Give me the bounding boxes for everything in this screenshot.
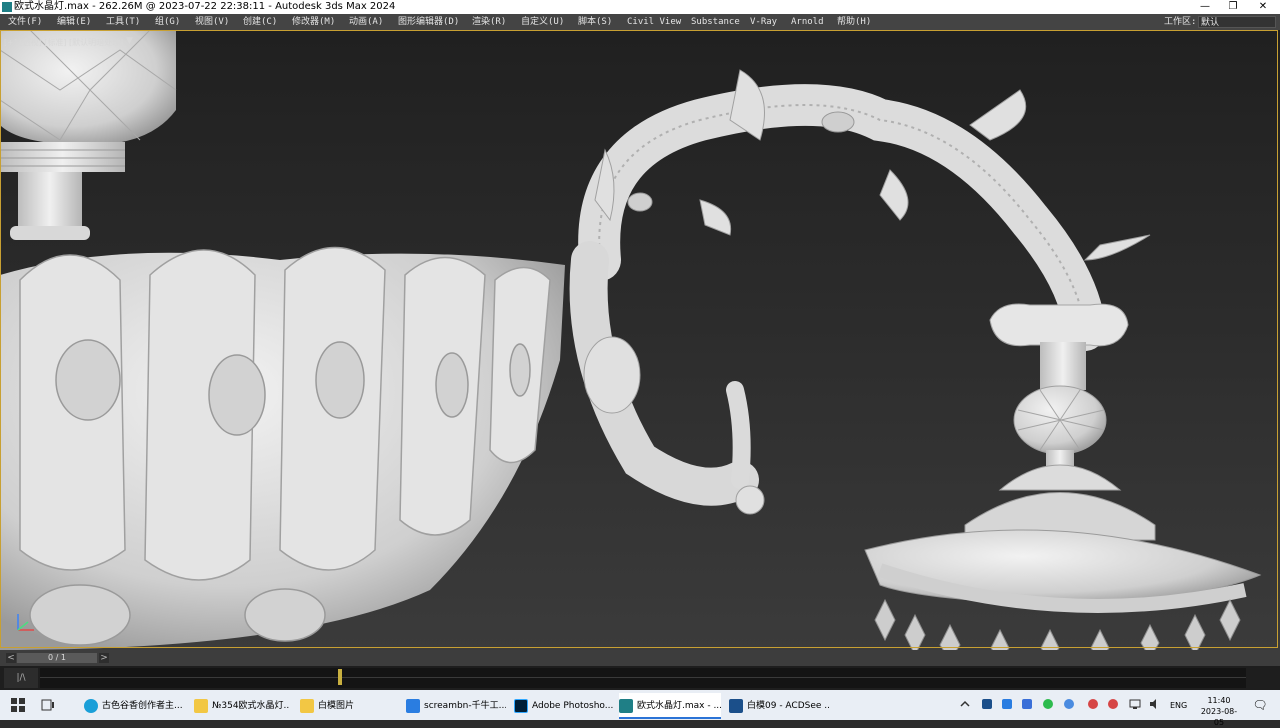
time-slider-thumb[interactable]: 0 / 1 <box>17 653 97 663</box>
taskbar-app-edge[interactable]: 古色谷香创作者主... <box>84 693 184 719</box>
menu-tools[interactable]: 工具(T) <box>106 14 140 30</box>
minimize-button[interactable]: — <box>1190 0 1220 14</box>
taskbar-app-label: 欧式水晶灯.max - ... <box>637 701 721 711</box>
menu-group[interactable]: 组(G) <box>155 14 180 30</box>
chandelier-model-render <box>0 30 1262 650</box>
time-slider-next-button[interactable]: > <box>99 653 109 663</box>
photoshop-icon <box>514 698 528 713</box>
taskbar-app-label: 古色谷香创作者主... <box>102 701 183 711</box>
clock[interactable]: 11:40 2023-08-05 <box>1196 693 1242 727</box>
taskbar-app-label: №354欧式水晶灯... <box>212 701 290 711</box>
folder-icon <box>300 698 314 713</box>
input-language-indicator[interactable]: ENG <box>1170 693 1187 719</box>
menu-customize[interactable]: 自定义(U) <box>521 14 564 30</box>
taskbar-app-label: Adobe Photosho... <box>532 701 614 711</box>
menu-edit[interactable]: 编辑(E) <box>57 14 91 30</box>
axis-tripod-icon <box>17 614 34 631</box>
clock-time: 11:40 <box>1207 696 1231 705</box>
taskbar-app-label: 白模图片 <box>318 701 355 711</box>
viewport-label-menu[interactable]: [+] [透视] [标准] [默认明暗处理] <box>4 37 123 48</box>
taskbar-app-qianniu[interactable]: screambn-千牛工... <box>406 693 506 719</box>
menu-animation[interactable]: 动画(A) <box>349 14 383 30</box>
task-view-icon[interactable] <box>40 697 56 713</box>
keyframe-marker[interactable] <box>338 669 342 685</box>
clock-date: 2023-08-05 <box>1200 707 1238 727</box>
tray-app-icon[interactable] <box>1020 697 1034 711</box>
taskbar-app-folder-2[interactable]: 白模图片 <box>300 693 396 719</box>
menu-civil-view[interactable]: Civil View <box>627 14 681 30</box>
menu-substance[interactable]: Substance <box>691 14 740 30</box>
curve-editor-icon[interactable]: |/\ <box>4 668 38 688</box>
menu-vray[interactable]: V-Ray <box>750 14 777 30</box>
tray-overflow-chevron-icon[interactable] <box>958 697 972 711</box>
folder-icon <box>194 698 208 713</box>
time-slider[interactable] <box>0 650 1280 666</box>
taskbar-app-photoshop[interactable]: Adobe Photosho... <box>514 693 614 719</box>
3dsmax-icon <box>619 698 633 713</box>
title-bar: 欧式水晶灯.max - 262.26M @ 2023-07-22 22:38:1… <box>0 0 1280 14</box>
taskbar-app-acdsee[interactable]: 白模09 - ACDSee ... <box>729 693 829 719</box>
track-bar-area[interactable] <box>40 668 1246 688</box>
wechat-icon[interactable] <box>1042 697 1056 711</box>
taskbar-app-3dsmax[interactable]: 欧式水晶灯.max - ... <box>619 693 721 719</box>
track-bar-line <box>40 677 1246 678</box>
menu-view[interactable]: 视图(V) <box>195 14 229 30</box>
menu-scripting[interactable]: 脚本(S) <box>578 14 612 30</box>
volume-icon[interactable] <box>1148 697 1162 711</box>
notification-icon[interactable]: 🗨 <box>1252 697 1268 713</box>
perspective-viewport[interactable] <box>0 30 1280 650</box>
acdsee-icon <box>729 698 743 713</box>
menu-rendering[interactable]: 渲染(R) <box>472 14 506 30</box>
menu-file[interactable]: 文件(F) <box>8 14 42 30</box>
maximize-button[interactable]: ❐ <box>1218 0 1248 14</box>
menu-help[interactable]: 帮助(H) <box>837 14 871 30</box>
time-slider-prev-button[interactable]: < <box>6 653 16 663</box>
taskbar-app-folder-1[interactable]: №354欧式水晶灯... <box>194 693 290 719</box>
tray-app-icon[interactable] <box>1106 697 1120 711</box>
edge-icon <box>84 698 98 713</box>
tray-app-icon[interactable] <box>1000 697 1014 711</box>
windows-start-icon[interactable] <box>10 697 26 713</box>
network-icon[interactable] <box>1128 697 1142 711</box>
window-title: 欧式水晶灯.max - 262.26M @ 2023-07-22 22:38:1… <box>14 1 396 12</box>
tray-app-icon[interactable] <box>1086 697 1100 711</box>
qianniu-icon <box>406 698 420 713</box>
menu-graph-editors[interactable]: 图形编辑器(D) <box>398 14 459 30</box>
3dsmax-app-icon <box>2 2 12 12</box>
menu-modifiers[interactable]: 修改器(M) <box>292 14 335 30</box>
close-button[interactable]: ✕ <box>1248 0 1278 14</box>
taskbar-app-label: screambn-千牛工... <box>424 701 506 711</box>
tray-app-icon[interactable] <box>1062 697 1076 711</box>
menu-bar: 文件(F) 编辑(E) 工具(T) 组(G) 视图(V) 创建(C) 修改器(M… <box>0 14 1280 30</box>
workspace-dropdown[interactable]: 默认 <box>1198 16 1276 28</box>
taskbar-app-label: 白模09 - ACDSee ... <box>747 701 829 711</box>
menu-arnold[interactable]: Arnold <box>791 14 824 30</box>
funnel-icon[interactable]: ▼ <box>126 36 133 46</box>
menu-create[interactable]: 创建(C) <box>243 14 277 30</box>
tray-app-icon[interactable] <box>980 697 994 711</box>
workspace-label: 工作区: <box>1164 17 1197 27</box>
